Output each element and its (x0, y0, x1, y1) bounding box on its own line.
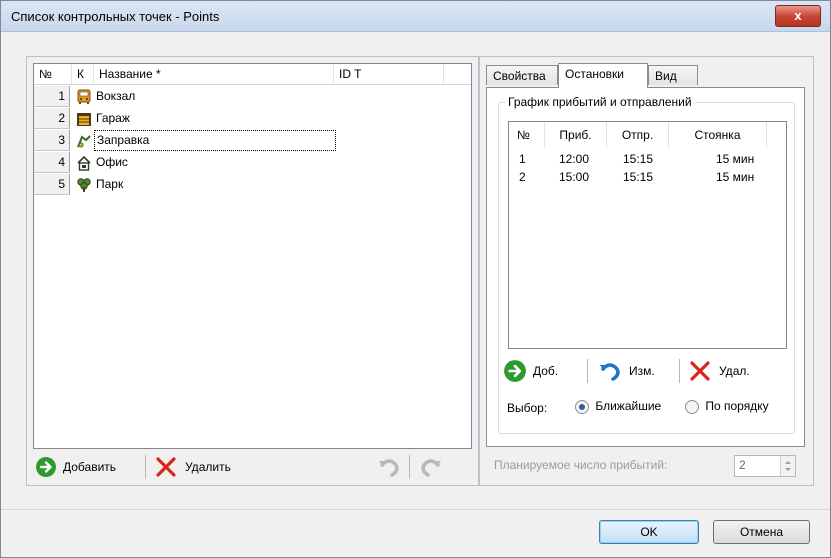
undo-icon (379, 459, 399, 477)
add-stop-button[interactable]: Доб. (503, 357, 558, 385)
schedule-depart: 15:15 (623, 152, 654, 166)
schedule-table[interactable]: № Приб. Отпр. Стоянка 1 12:00 15:15 15 м… (508, 121, 787, 349)
schedule-stop: 15 мин (716, 152, 755, 166)
garage-icon (77, 113, 91, 126)
dialog-client: № К Название * ID T 1 Вокзал 2 Гараж 3 З… (9, 32, 821, 508)
add-stop-label: Доб. (533, 364, 559, 378)
bus-station-icon (77, 89, 91, 104)
delete-x-icon (156, 457, 176, 477)
redo-button[interactable] (419, 453, 443, 481)
spinner-up-down-icon (785, 461, 791, 471)
add-point-label: Добавить (63, 460, 117, 474)
row-number: 5 (34, 174, 70, 195)
col-id[interactable]: ID T (334, 64, 444, 84)
schedule-col-depart[interactable]: Отпр. (607, 122, 669, 148)
radio-order-label: По порядку (705, 399, 769, 413)
radio-button-unchecked[interactable] (685, 399, 699, 414)
toolbar-separator (145, 455, 146, 479)
delete-stop-button[interactable]: Удал. (689, 357, 750, 385)
schedule-col-stop[interactable]: Стоянка (669, 122, 767, 148)
delete-point-button[interactable]: Удалить (155, 453, 231, 481)
list-item[interactable]: 4 Офис (34, 152, 471, 174)
toolbar-separator (679, 359, 680, 383)
dialog-footer: OK Отмена (1, 509, 830, 557)
schedule-actions: Доб. Изм. Удал. (503, 357, 788, 387)
arrow-right-circle-icon (36, 457, 56, 477)
schedule-row[interactable]: 2 15:00 15:15 15 мин (509, 170, 786, 186)
radio-button-checked[interactable] (575, 399, 589, 414)
schedule-num: 1 (519, 152, 526, 166)
schedule-arrive: 15:00 (559, 170, 590, 184)
edit-stop-button[interactable]: Изм. (597, 357, 655, 385)
schedule-arrive: 12:00 (559, 152, 590, 166)
schedule-row[interactable]: 1 12:00 15:15 15 мин (509, 152, 786, 168)
schedule-num: 2 (519, 170, 526, 184)
title-bar: Список контрольных точек - Points x (1, 1, 830, 32)
point-name: Гараж (96, 111, 130, 125)
points-dialog: Список контрольных точек - Points x № К … (0, 0, 831, 558)
planned-label: Планируемое число прибытий: (494, 458, 668, 472)
point-name: Вокзал (96, 89, 136, 103)
tab-view[interactable]: Вид (648, 65, 698, 85)
row-number: 2 (34, 108, 70, 129)
schedule-col-arrive[interactable]: Приб. (545, 122, 607, 148)
point-name[interactable]: Заправка (94, 130, 336, 151)
points-toolbar: Добавить Удалить (33, 453, 470, 481)
toolbar-separator (409, 455, 410, 479)
spinner-arrows[interactable] (780, 456, 795, 476)
list-item[interactable]: 5 Парк (34, 174, 471, 196)
delete-stop-label: Удал. (719, 364, 750, 378)
add-point-button[interactable]: Добавить (35, 453, 116, 481)
toolbar-separator (587, 359, 588, 383)
radio-nearest-label: Ближайшие (595, 399, 662, 413)
gas-station-icon (77, 135, 91, 148)
park-tree-icon (77, 178, 91, 192)
planned-arrivals-spinner[interactable]: 2 (734, 455, 796, 477)
row-number: 4 (34, 152, 70, 173)
point-name: Офис (96, 155, 128, 169)
undo-edit-icon (600, 363, 620, 381)
cancel-button[interactable]: Отмена (713, 520, 810, 544)
delete-point-label: Удалить (185, 460, 231, 474)
selection-mode: Выбор: Ближайшие По порядку (507, 399, 792, 419)
close-button[interactable]: x (775, 5, 821, 27)
list-item[interactable]: 3 Заправка (34, 130, 471, 152)
col-num[interactable]: № (34, 64, 72, 84)
schedule-stop: 15 мин (716, 170, 755, 184)
office-icon (77, 155, 91, 171)
choice-label: Выбор: (507, 401, 548, 415)
stops-tab-panel: График прибытий и отправлений № Приб. От… (486, 87, 805, 447)
edit-stop-label: Изм. (629, 364, 655, 378)
schedule-legend: График прибытий и отправлений (505, 95, 695, 109)
ok-button[interactable]: OK (599, 520, 699, 544)
row-number: 3 (34, 130, 70, 151)
radio-order[interactable]: По порядку (685, 399, 769, 414)
schedule-depart: 15:15 (623, 170, 654, 184)
schedule-col-num[interactable]: № (509, 122, 545, 148)
redo-icon (421, 459, 441, 477)
row-number: 1 (34, 86, 70, 107)
points-list[interactable]: № К Название * ID T 1 Вокзал 2 Гараж 3 З… (33, 63, 472, 449)
stops-panel: Свойства Остановки Вид График прибытий и… (479, 56, 814, 486)
tab-properties[interactable]: Свойства (486, 65, 558, 85)
arrow-right-circle-icon (504, 360, 526, 382)
window-title: Список контрольных точек - Points (11, 9, 220, 24)
points-list-panel: № К Название * ID T 1 Вокзал 2 Гараж 3 З… (26, 56, 479, 486)
delete-x-icon (690, 361, 710, 381)
col-kind[interactable]: К (72, 64, 94, 84)
radio-nearest[interactable]: Ближайшие (575, 399, 661, 414)
planned-value[interactable]: 2 (739, 458, 746, 472)
schedule-group: График прибытий и отправлений № Приб. От… (498, 95, 795, 434)
undo-button[interactable] (377, 453, 401, 481)
col-name[interactable]: Название * (94, 64, 334, 84)
list-item[interactable]: 2 Гараж (34, 108, 471, 130)
list-item[interactable]: 1 Вокзал (34, 86, 471, 108)
planned-arrivals: Планируемое число прибытий: 2 (490, 455, 806, 477)
tab-stops[interactable]: Остановки (558, 63, 648, 88)
point-name: Парк (96, 177, 124, 191)
points-list-header: № К Название * ID T (34, 64, 471, 85)
